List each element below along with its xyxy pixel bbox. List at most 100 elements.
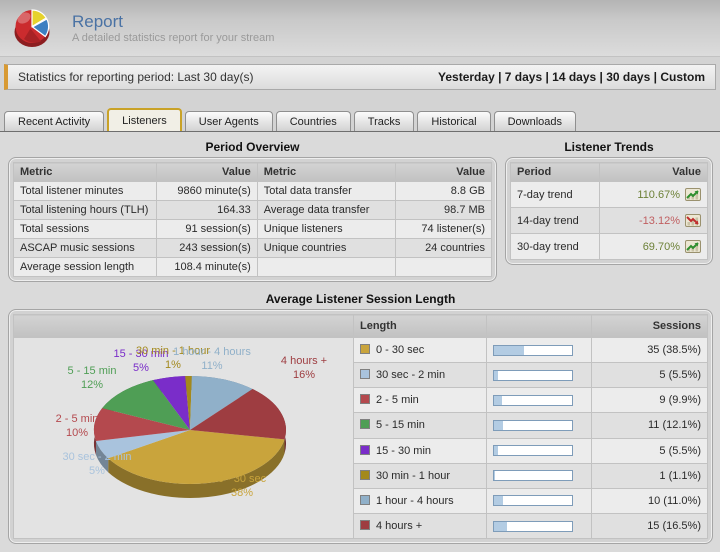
- session-bar-fill: [494, 370, 499, 380]
- value-column-header: Value: [395, 162, 492, 182]
- tab-historical[interactable]: Historical: [417, 111, 491, 131]
- legend-label: 30 sec - 2 min: [376, 369, 446, 382]
- trend-row: 30-day trend 69.70%: [510, 233, 709, 260]
- trend-percentage: 110.67%: [637, 188, 680, 201]
- session-bar: [493, 344, 573, 356]
- metric-column-header: Metric: [12, 162, 158, 182]
- session-bar-cell: [486, 437, 592, 464]
- table-row: ASCAP music sessions 243 session(s) Unique…: [12, 238, 492, 258]
- pie-label: 30 sec - 2 min 5%: [62, 450, 131, 478]
- link-separator: |: [494, 70, 505, 84]
- metric-cell: Average session length: [12, 257, 158, 277]
- tab-listeners[interactable]: Listeners: [107, 108, 182, 131]
- value-cell: 108.4 minute(s): [156, 257, 258, 277]
- value-cell: 98.7 MB: [395, 200, 492, 220]
- link-separator: |: [542, 70, 553, 84]
- sessions-value-cell: 9 (9.9%): [591, 387, 708, 414]
- link-separator: |: [596, 70, 607, 84]
- session-bar-cell: [486, 487, 592, 514]
- range-link-custom[interactable]: Custom: [660, 70, 705, 84]
- session-length-panel: Length Sessions 0 - 30 sec 38% 30 sec - 2 …: [8, 309, 713, 544]
- period-overview-section: Period Overview Metric Value Metric Valu…: [8, 134, 497, 282]
- legend-swatch: [360, 369, 370, 380]
- pie-label-name: 4 hours +: [280, 355, 328, 367]
- trend-value-cell: 69.70%: [598, 233, 709, 260]
- trend-value: 110.67%: [637, 188, 701, 201]
- session-length-section: Average Listener Session Length Length S…: [8, 292, 713, 544]
- table-row: Total listener minutes 9860 minute(s) Tota…: [12, 181, 492, 201]
- link-separator: |: [650, 70, 661, 84]
- range-link-yesterday[interactable]: Yesterday: [438, 70, 495, 84]
- session-bar-fill: [494, 345, 525, 355]
- period-overview-table: Metric Value Metric Value Total listener…: [12, 162, 492, 277]
- session-bar: [493, 470, 573, 482]
- table-row: Total listening hours (TLH) 164.33 Average…: [12, 200, 492, 220]
- tab-downloads[interactable]: Downloads: [493, 111, 577, 131]
- metric-cell: ASCAP music sessions: [12, 238, 158, 258]
- tab-countries[interactable]: Countries: [275, 111, 351, 131]
- trend-up-icon: [685, 188, 701, 201]
- metric-cell: Average data transfer: [256, 200, 397, 220]
- pie-label-percent: 5%: [89, 465, 105, 477]
- session-bar-fill: [494, 446, 499, 456]
- pie-label: 1 hour - 4 hours 11%: [173, 345, 251, 373]
- range-link-14-days[interactable]: 14 days: [552, 70, 596, 84]
- session-bar-cell: [486, 412, 592, 439]
- legend-cell: 4 hours +: [353, 512, 487, 540]
- tab-tracks[interactable]: Tracks: [353, 111, 415, 131]
- legend-swatch: [360, 519, 370, 530]
- trend-value-cell: 110.67%: [598, 181, 709, 208]
- legend-cell: 30 min - 1 hour: [353, 462, 487, 489]
- pie-label-name: 1 hour - 4 hours: [173, 346, 251, 358]
- trend-period-cell: 30-day trend: [510, 233, 600, 260]
- metric-column-header: Metric: [256, 162, 397, 182]
- sessions-value-cell: 11 (12.1%): [591, 412, 708, 439]
- legend-label: 2 - 5 min: [376, 394, 419, 407]
- session-bar: [493, 420, 573, 432]
- trend-value: 69.70%: [643, 240, 701, 253]
- tab-user-agents[interactable]: User Agents: [184, 111, 273, 131]
- metric-cell: Total listener minutes: [12, 181, 158, 201]
- listener-trends-table: Period Value 7-day trend 110.67% 14-day tr…: [510, 162, 709, 260]
- legend-swatch: [360, 494, 370, 505]
- session-length-table: Length Sessions 0 - 30 sec 38% 30 sec - 2 …: [13, 314, 708, 540]
- legend-swatch: [360, 444, 370, 455]
- session-bar-fill: [494, 395, 502, 405]
- pie-label: 2 - 5 min 10%: [56, 412, 99, 440]
- listener-trends-section: Listener Trends Period Value 7-day trend…: [505, 134, 713, 265]
- value-column-header: Value: [598, 162, 709, 182]
- session-bar: [493, 369, 573, 381]
- bar-column-header: [486, 314, 592, 338]
- session-bar-cell: [486, 362, 592, 389]
- session-bar-cell: [486, 512, 592, 540]
- tab-bar: Recent Activity Listeners User Agents Count…: [0, 108, 720, 131]
- stats-bar: Statistics for reporting period: Last 30…: [4, 64, 716, 90]
- metric-cell: Total listening hours (TLH): [12, 200, 158, 220]
- metric-cell: Unique countries: [256, 238, 397, 258]
- session-bar: [493, 445, 573, 457]
- value-cell: [395, 257, 492, 277]
- value-cell: 74 listener(s): [395, 219, 492, 239]
- metric-cell: Unique listeners: [256, 219, 397, 239]
- table-row: Total sessions 91 session(s) Unique listen…: [12, 219, 492, 239]
- tab-recent-activity[interactable]: Recent Activity: [4, 111, 105, 131]
- session-bar-cell: [486, 387, 592, 414]
- trend-value-cell: -13.12%: [598, 207, 709, 234]
- legend-cell: 1 hour - 4 hours: [353, 487, 487, 514]
- trend-period-cell: 7-day trend: [510, 181, 600, 208]
- range-link-7-days[interactable]: 7 days: [505, 70, 542, 84]
- trend-row: 7-day trend 110.67%: [510, 181, 709, 208]
- value-column-header: Value: [156, 162, 258, 182]
- sessions-value-cell: 1 (1.1%): [591, 462, 708, 489]
- table-row: 0 - 30 sec 38% 30 sec - 2 min 5% 2 - 5 min 10…: [13, 336, 708, 539]
- metric-cell: Total sessions: [12, 219, 158, 239]
- trend-percentage: -13.12%: [639, 214, 680, 227]
- sessions-value-cell: 5 (5.5%): [591, 362, 708, 389]
- legend-cell: 15 - 30 min: [353, 437, 487, 464]
- pie-label-percent: 16%: [292, 369, 316, 381]
- sessions-value-cell: 15 (16.5%): [591, 512, 708, 540]
- range-link-30-days[interactable]: 30 days: [606, 70, 650, 84]
- legend-label: 1 hour - 4 hours: [376, 494, 454, 507]
- pie-label-percent: 38%: [230, 487, 254, 499]
- pie-label-percent: 11%: [201, 360, 223, 372]
